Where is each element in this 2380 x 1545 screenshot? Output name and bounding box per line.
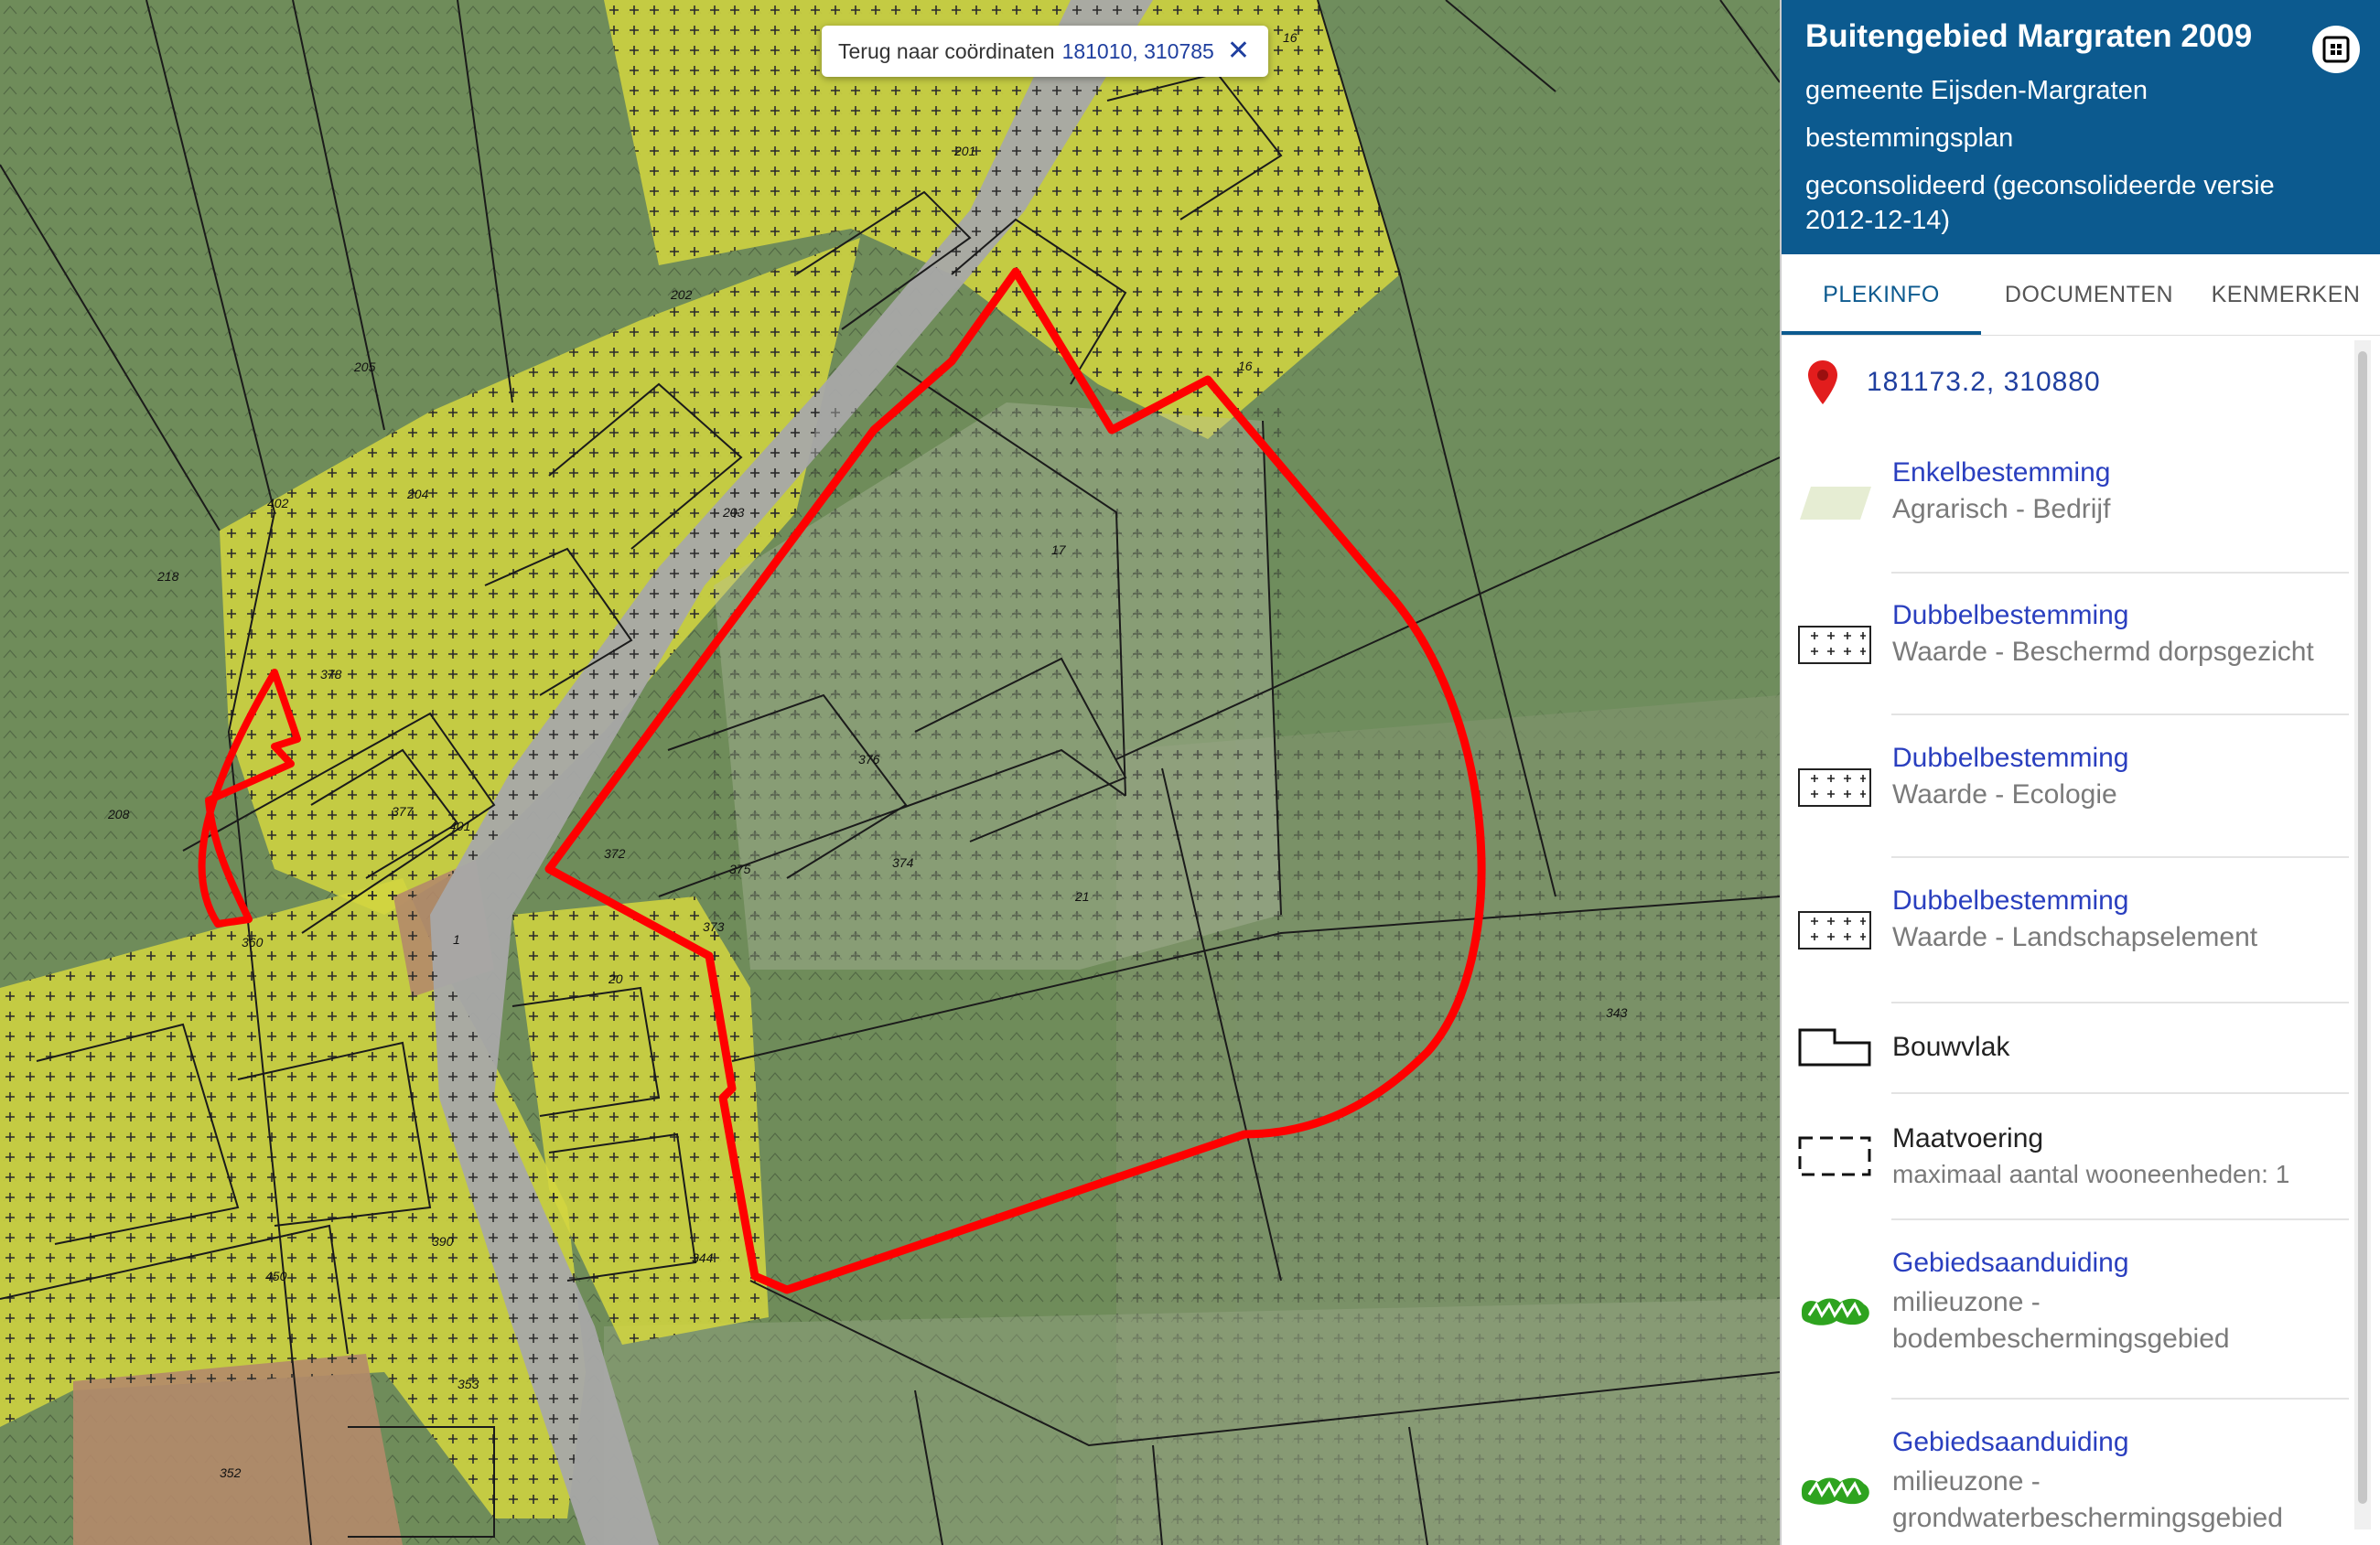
parcel-label: 401: [449, 819, 470, 833]
divider: [1891, 1002, 2349, 1003]
parcel-label: 378: [320, 667, 342, 681]
parcel-label: 375: [729, 862, 751, 876]
parcel-label: 204: [406, 487, 429, 501]
legend-item-subtitle: maximaal aantal wooneenheden: 1: [1892, 1160, 2290, 1188]
location-coordinates-link[interactable]: 181173.2, 310880: [1867, 367, 2101, 398]
divider: [1891, 572, 2349, 574]
grid-hatch-icon: [1798, 911, 1871, 950]
legend-item-title: Maatvoering: [1892, 1123, 2044, 1153]
divider: [1891, 856, 2349, 858]
parcel-label: 205: [353, 359, 376, 374]
municipality-label: gemeente Eijsden-Margraten: [1805, 76, 2148, 105]
parcel-label: 201: [953, 144, 975, 158]
grid-hatch-icon: [1798, 626, 1871, 664]
parcel-label: 344: [692, 1250, 714, 1265]
legend-item-title[interactable]: Gebiedsaanduiding: [1892, 1248, 2129, 1279]
parcel-label: 343: [1606, 1005, 1628, 1020]
parcel-label: 208: [107, 807, 130, 821]
parcel-label: 16: [1283, 30, 1298, 45]
popup-coords-link[interactable]: 181010, 310785: [1062, 39, 1214, 64]
dashed-box-icon: [1798, 1136, 1871, 1176]
panel-scrollbar[interactable]: [2354, 340, 2371, 1529]
legend-item-title[interactable]: Dubbelbestemming: [1892, 600, 2128, 631]
parcel-label: 374: [892, 855, 914, 870]
plan-status-label: geconsolideerd (geconsolideerde versie 2…: [1805, 171, 2275, 235]
divider: [1891, 1092, 2349, 1094]
legend-item-subtitle: milieuzone - bodembeschermingsgebied: [1892, 1287, 2230, 1354]
fullscreen-button[interactable]: [2312, 26, 2360, 73]
legend-item-title: Bouwvlak: [1892, 1032, 2010, 1062]
legend-item-title[interactable]: Gebiedsaanduiding: [1892, 1427, 2129, 1458]
parcel-label: 21: [1074, 889, 1090, 904]
tab-kenmerken[interactable]: KENMERKEN: [2192, 254, 2380, 335]
parcel-label: 402: [267, 496, 289, 510]
map-viewer[interactable]: 16 201 202 205 204 203 402 218 378 377 4…: [0, 0, 1780, 1545]
legend-item-subtitle: milieuzone - grondwaterbeschermingsgebie…: [1892, 1466, 2283, 1533]
tab-documenten[interactable]: DOCUMENTEN: [1990, 254, 2188, 335]
legend-item-title[interactable]: Dubbelbestemming: [1892, 885, 2128, 917]
divider: [1891, 1398, 2349, 1400]
parcel-label: 202: [670, 287, 693, 302]
map-canvas[interactable]: 16 201 202 205 204 203 402 218 378 377 4…: [0, 0, 1780, 1545]
popup-label: Terug naar coördinaten: [838, 38, 1055, 63]
parcel-label: 372: [604, 846, 626, 861]
legend-item-title[interactable]: Dubbelbestemming: [1892, 743, 2128, 774]
parcel-label: 360: [242, 935, 264, 950]
divider: [1891, 713, 2349, 715]
parcel-label: 1: [453, 932, 460, 947]
parcel-label: 218: [156, 569, 179, 584]
parcel-label: 450: [265, 1269, 287, 1283]
parcel-label: 353: [458, 1377, 479, 1391]
parcel-label: 373: [703, 919, 725, 934]
legend-item-subtitle: Agrarisch - Bedrijf: [1892, 494, 2111, 524]
tab-bar: PLEKINFO DOCUMENTEN KENMERKEN: [1782, 254, 2380, 336]
tab-plekinfo[interactable]: PLEKINFO: [1782, 254, 1981, 335]
bouwvlak-outline-icon: [1798, 1028, 1871, 1067]
panel-header: Buitengebied Margraten 2009 gemeente Eij…: [1782, 0, 2380, 254]
divider: [1891, 1218, 2349, 1220]
location-row: 181173.2, 310880: [1806, 359, 2101, 406]
plan-title: Buitengebied Margraten 2009: [1805, 18, 2253, 54]
legend-item-subtitle: Waarde - Ecologie: [1892, 779, 2117, 810]
agrarisch-swatch-icon: [1800, 487, 1871, 520]
legend-item-title[interactable]: Enkelbestemming: [1892, 457, 2110, 488]
parcel-label: 20: [608, 971, 623, 986]
parcel-label: 203: [722, 505, 745, 520]
green-zone-icon: [1802, 1477, 1869, 1505]
scrollbar-thumb[interactable]: [2358, 351, 2367, 1504]
legend-item-subtitle: Waarde - Landschapselement: [1892, 922, 2258, 952]
fullscreen-icon: [2322, 36, 2350, 63]
grid-hatch-icon: [1798, 768, 1871, 807]
plan-type-label: bestemmingsplan: [1805, 123, 2014, 153]
legend-item-subtitle: Waarde - Beschermd dorpsgezicht: [1892, 637, 2314, 667]
parcel-label: 376: [858, 752, 880, 767]
parcel-label: 377: [392, 804, 415, 819]
map-pin-icon: [1808, 360, 1837, 404]
close-icon[interactable]: ✕: [1227, 38, 1250, 65]
parcel-label: 16: [1238, 359, 1253, 373]
back-to-coordinates-popup: Terug naar coördinaten 181010, 310785 ✕: [822, 26, 1268, 77]
parcel-label: 390: [432, 1234, 454, 1249]
parcel-label: 17: [1051, 542, 1067, 557]
parcel-label: 352: [220, 1465, 242, 1480]
green-zone-icon: [1802, 1298, 1869, 1325]
